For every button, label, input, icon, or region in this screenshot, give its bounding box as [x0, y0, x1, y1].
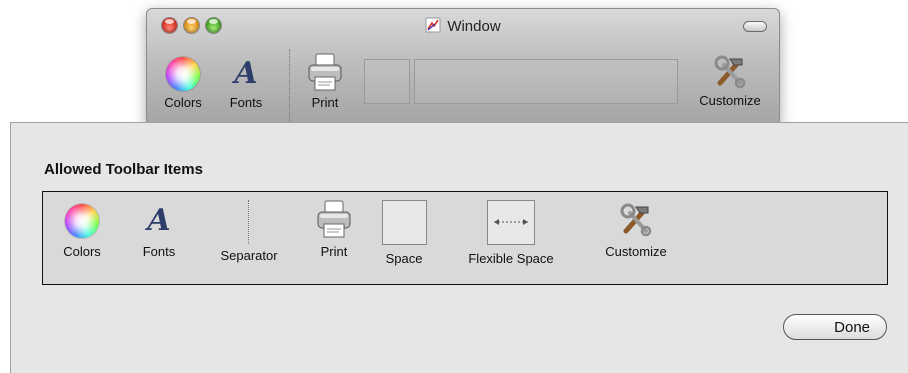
toolbar-customize[interactable]: Customize: [687, 53, 773, 108]
palette-item-separator[interactable]: Separator: [209, 242, 289, 263]
toolbar-toggle-button[interactable]: [743, 21, 767, 32]
window-title: Window: [147, 17, 779, 35]
toolbar-print[interactable]: Print: [305, 53, 345, 110]
document-icon: [425, 17, 441, 33]
toolbar-fonts[interactable]: A Fonts: [221, 56, 271, 111]
palette-item-space[interactable]: Space: [379, 200, 429, 266]
printer-icon: [317, 200, 351, 238]
palette-item-fonts-label: Fonts: [142, 244, 176, 259]
sheet-title: Allowed Toolbar Items: [44, 161, 203, 178]
palette-item-colors[interactable]: Colors: [53, 204, 111, 259]
palette-item-customize[interactable]: Customize: [591, 200, 681, 259]
space-icon: [381, 200, 427, 245]
palette-item-customize-label: Customize: [605, 244, 667, 259]
palette-item-flexible-space[interactable]: Flexible Space: [451, 200, 571, 266]
palette-item-separator-label: Separator: [220, 248, 278, 263]
customize-toolbar-sheet: Allowed Toolbar Items Colors A Fonts Sep…: [10, 122, 908, 373]
palette-item-print-label: Print: [320, 244, 348, 259]
toolbar-colors-label: Colors: [164, 95, 202, 110]
tools-icon: [714, 55, 746, 89]
toolbar-colors[interactable]: Colors: [159, 57, 207, 110]
toolbar-print-label: Print: [311, 95, 339, 110]
separator-icon: [248, 200, 249, 244]
toolbar-fonts-label: Fonts: [229, 95, 263, 110]
font-icon: A: [147, 203, 171, 238]
flexible-space-icon: [487, 200, 535, 245]
palette-item-flexible-space-label: Flexible Space: [468, 251, 554, 266]
toolbar-flexible-space: [414, 59, 678, 104]
palette-item-print[interactable]: Print: [311, 200, 357, 259]
palette-item-fonts[interactable]: A Fonts: [133, 203, 185, 260]
toolbar-space: [364, 59, 410, 104]
color-wheel-icon: [65, 204, 99, 238]
done-button[interactable]: Done: [783, 314, 887, 340]
tools-icon: [620, 203, 652, 237]
palette-item-space-label: Space: [385, 251, 423, 266]
color-wheel-icon: [166, 57, 200, 91]
printer-icon: [308, 53, 342, 91]
font-icon: A: [234, 56, 258, 91]
allowed-items-palette: Colors A Fonts Separator Print Space Fle…: [42, 191, 888, 285]
window-title-text: Window: [447, 18, 501, 35]
toolbar-separator: [289, 49, 290, 121]
document-window: Window Colors A Fonts Print Customize: [146, 8, 780, 126]
toolbar-customize-label: Customize: [699, 93, 761, 108]
palette-item-colors-label: Colors: [63, 244, 101, 259]
